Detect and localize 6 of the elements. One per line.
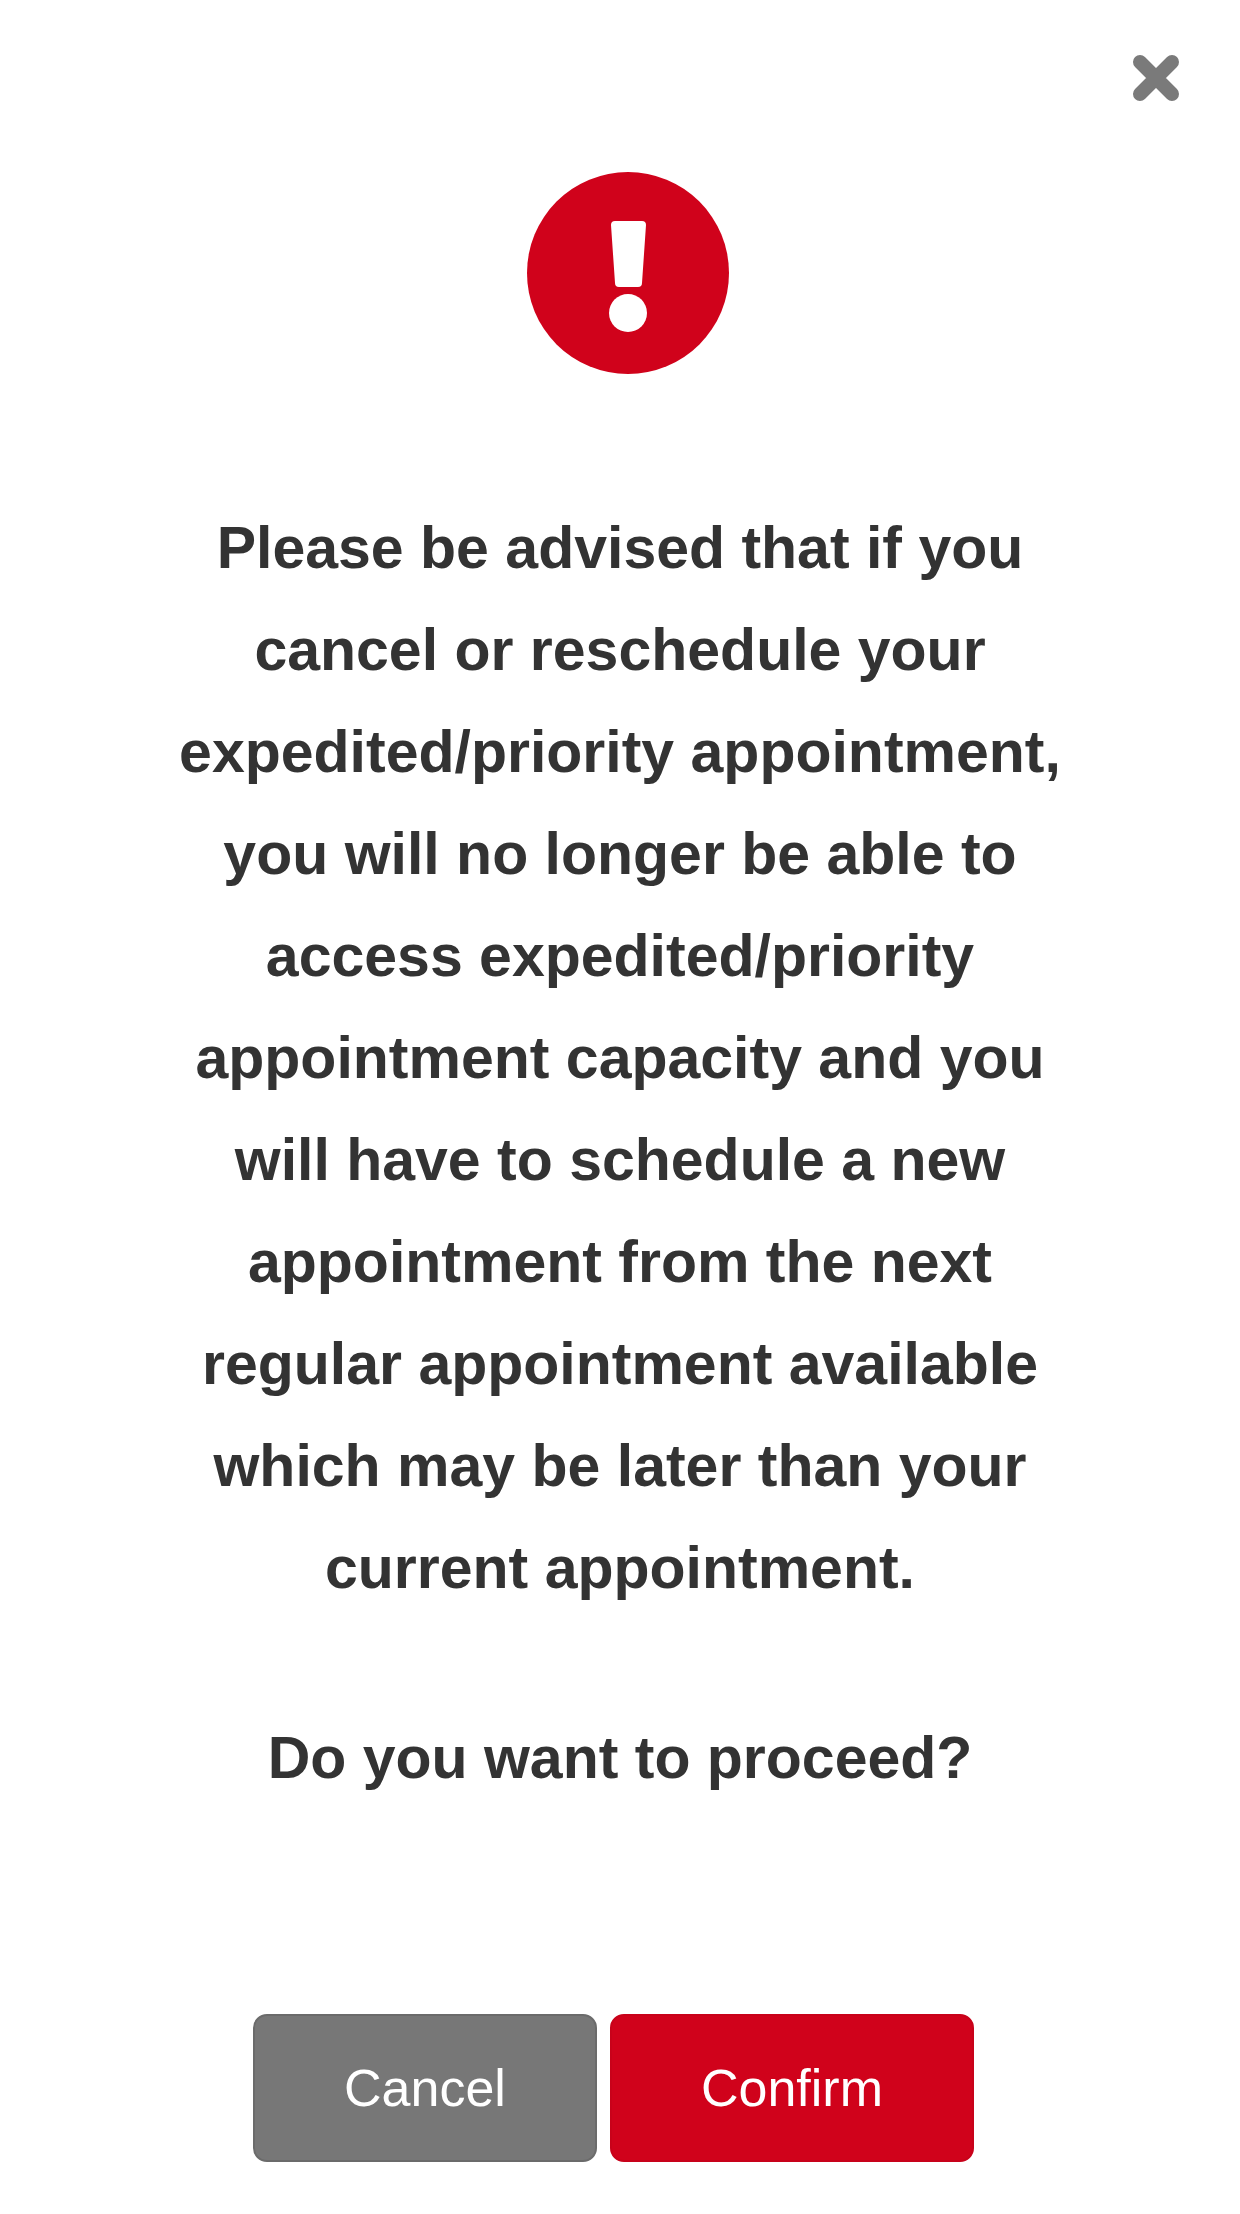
warning-message: Please be advised that if you cancel or reschedule your expedited/priority appointment, you will no longer be able to access expedited/priority appointment capacity and you will have to schedule a new appointment from the next regular appointment available which may be later than your current appointment.	[178, 514, 1062, 1603]
confirmation-question: Do you want to proceed?	[267, 1724, 973, 1793]
close-button[interactable]	[1132, 54, 1180, 102]
cancel-button[interactable]: Cancel	[253, 2014, 597, 2162]
close-icon	[1132, 54, 1180, 102]
confirm-button[interactable]: Confirm	[609, 2014, 974, 2162]
